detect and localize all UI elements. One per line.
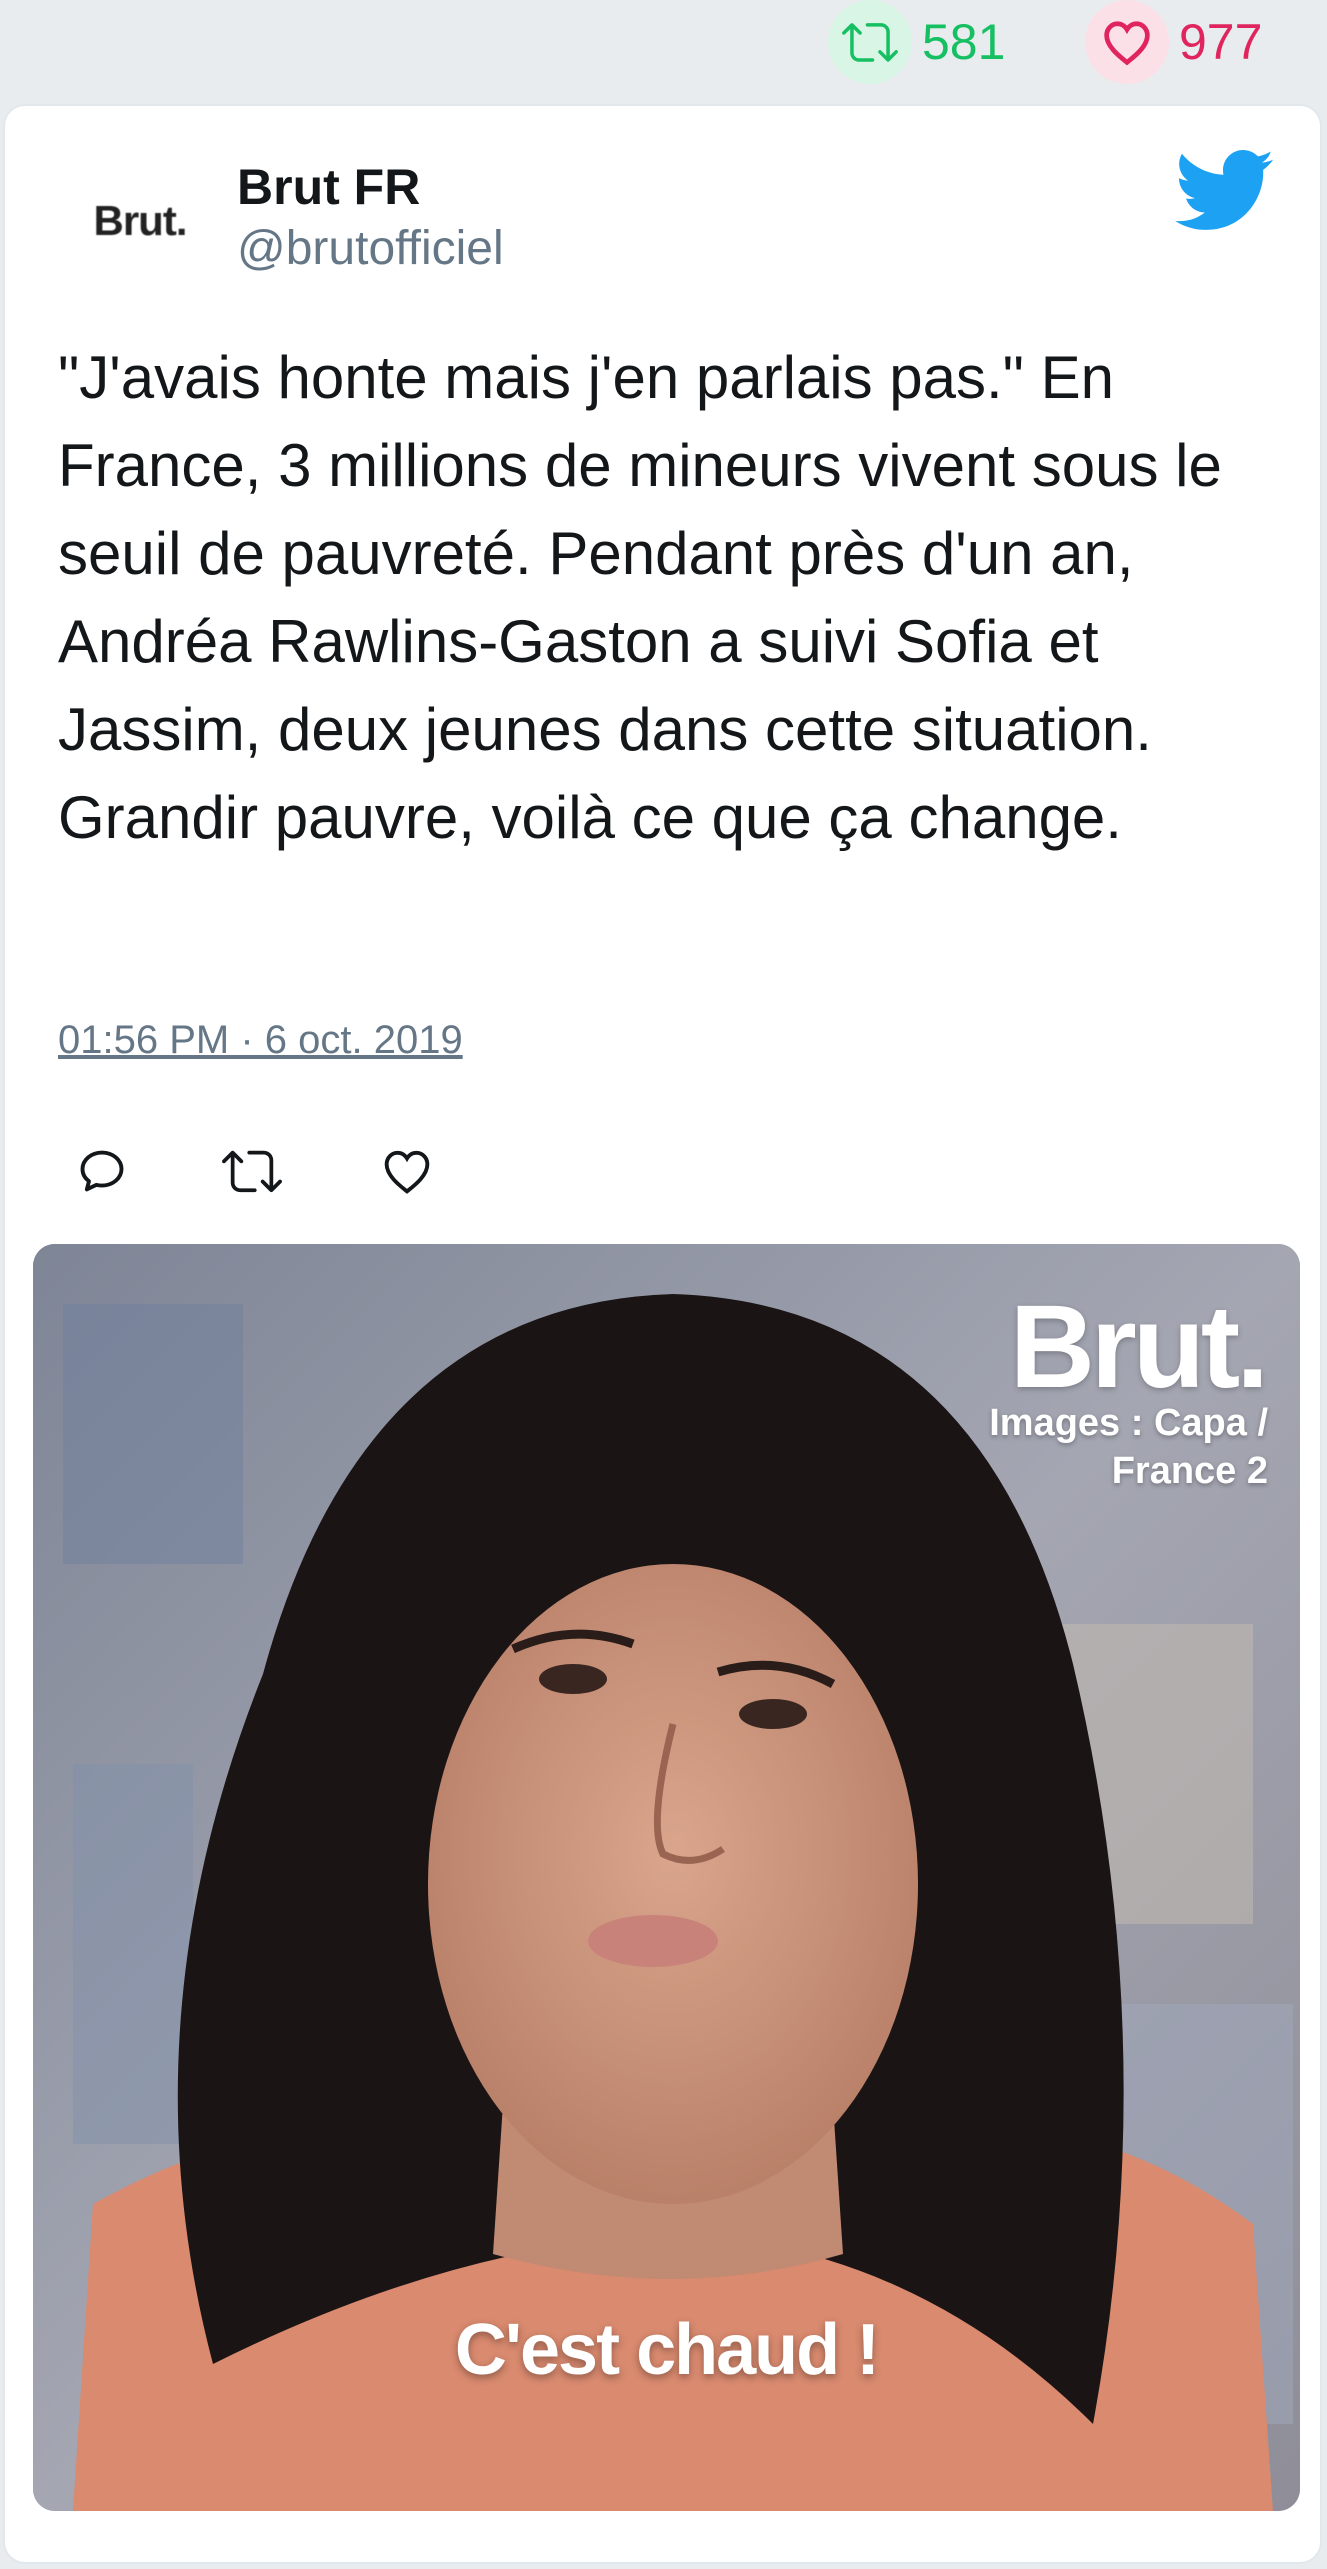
avatar[interactable]: Brut. (55, 161, 225, 281)
tweet-text: "J'avais honte mais j'en parlais pas." E… (58, 344, 1222, 851)
like-count: 977 (1179, 14, 1263, 70)
user-handle[interactable]: @brutofficiel (237, 221, 504, 276)
media-brand-logo: Brut. (1009, 1281, 1269, 1413)
retweet-count: 581 (922, 14, 1006, 70)
like-stat[interactable]: 977 (1085, 0, 1262, 84)
heart-icon (384, 1150, 430, 1194)
tweet-timestamp[interactable]: 01:56 PM · 6 oct. 2019 (58, 1018, 463, 1063)
retweet-icon (222, 1150, 282, 1193)
retweet-button[interactable] (217, 1136, 287, 1206)
retweet-icon[interactable] (828, 0, 912, 84)
retweet-stat[interactable]: 581 (828, 0, 1005, 84)
heart-icon[interactable] (1085, 0, 1169, 84)
like-button[interactable] (372, 1136, 442, 1206)
reply-button[interactable] (67, 1136, 137, 1206)
reply-icon (80, 1150, 124, 1192)
media-credit-line-2: France 2 (1111, 1450, 1268, 1492)
media-credit: Images : Capa / France 2 (908, 1399, 1268, 1495)
tweet-stats-bar: 581 977 (0, 0, 1327, 100)
avatar-logo-text: Brut. (93, 197, 188, 244)
tweet-card: Brut. Brut FR @brutofficiel "J'avais hon… (3, 104, 1322, 2564)
media-subtitle-caption: C'est chaud ! (454, 2310, 880, 2390)
twitter-bird-icon[interactable] (1174, 146, 1275, 236)
media-credit-line-1: Images : Capa / (989, 1402, 1268, 1444)
display-name[interactable]: Brut FR (237, 158, 420, 216)
tweet-media-video-thumbnail[interactable]: Brut. Images : Capa / France 2 C'est cha… (33, 1244, 1300, 2511)
